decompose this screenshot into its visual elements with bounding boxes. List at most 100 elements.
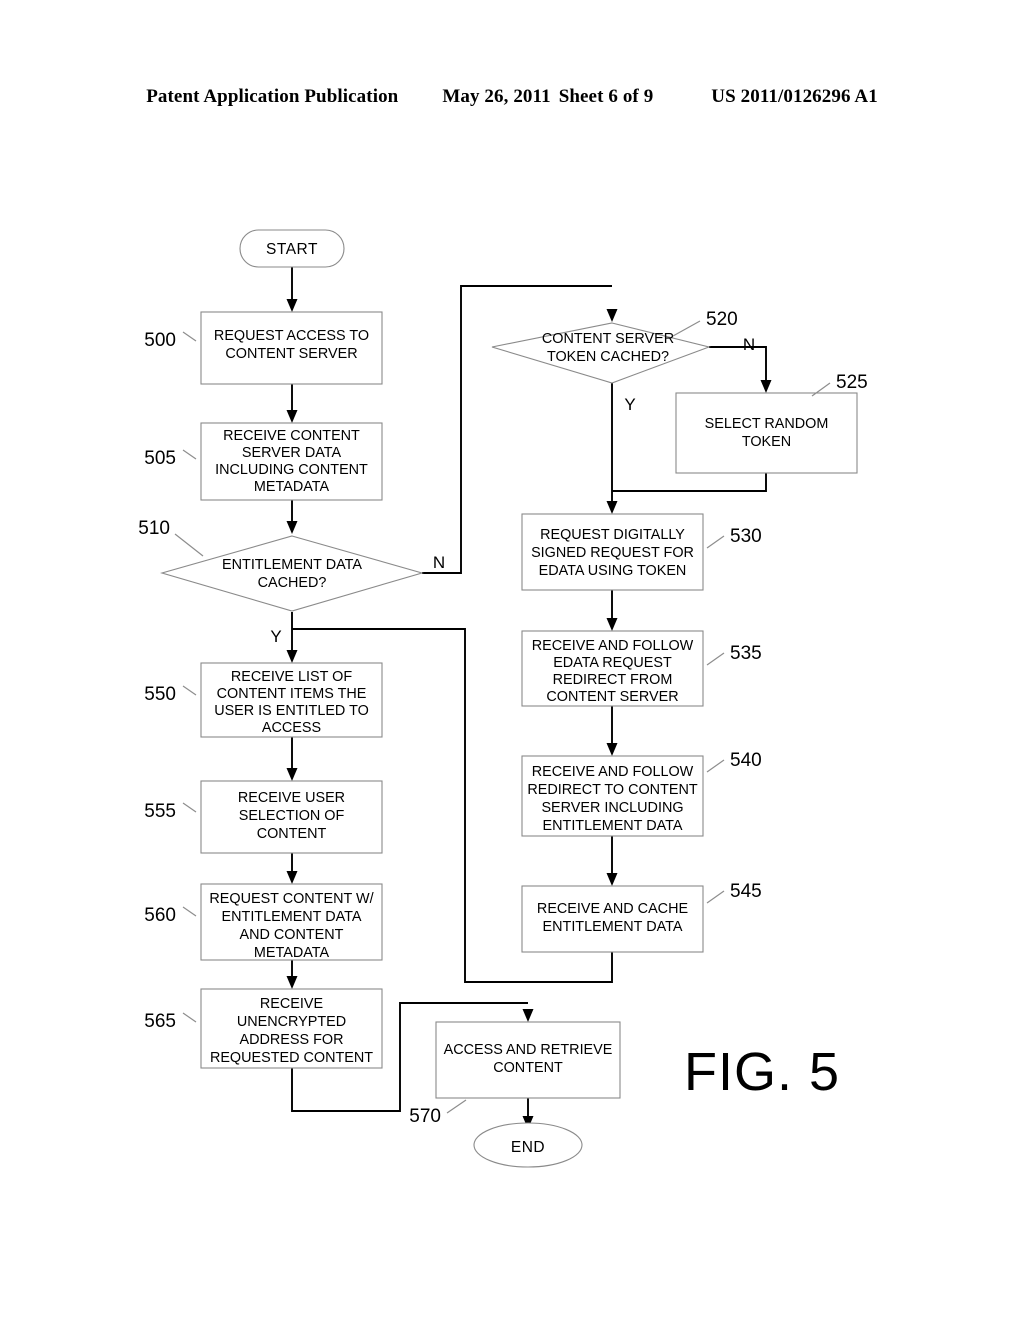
node-520-leader [672, 320, 701, 337]
node-510-ref: 510 [138, 518, 170, 539]
node-530-ref: 530 [730, 526, 762, 547]
node-505-leader [182, 449, 197, 460]
node-545-leader [706, 890, 725, 904]
arrowhead-510-yes-to-550 [286, 650, 298, 663]
node-555-leader [182, 802, 197, 813]
arrowhead-560-to-565 [286, 976, 298, 989]
connector-520-no-to-525 [709, 346, 767, 384]
node-550: RECEIVE LIST OF CONTENT ITEMS THE USER I… [144, 662, 383, 738]
node-500: REQUEST ACCESS TO CONTENT SERVER 500 [144, 311, 383, 385]
arrowhead-into-520 [606, 309, 618, 322]
node-520-line-1: TOKEN CACHED? [547, 349, 669, 365]
node-545: RECEIVE AND CACHE ENTITLEMENT DATA 545 [521, 881, 762, 953]
node-505: RECEIVE CONTENT SERVER DATA INCLUDING CO… [144, 422, 383, 501]
node-505-line-3: METADATA [254, 479, 330, 495]
node-545-line-1: ENTITLEMENT DATA [543, 919, 683, 935]
node-530-line-0: REQUEST DIGITALLY [540, 527, 685, 543]
node-570-leader [446, 1099, 467, 1114]
node-530-line-2: EDATA USING TOKEN [539, 563, 687, 579]
node-540-line-3: ENTITLEMENT DATA [543, 818, 683, 834]
node-565-line-0: RECEIVE [260, 996, 323, 1012]
node-560-line-0: REQUEST CONTENT W/ [209, 891, 373, 907]
node-540-line-1: REDIRECT TO CONTENT [527, 782, 698, 798]
node-535-line-3: CONTENT SERVER [546, 689, 678, 705]
node-555: RECEIVE USER SELECTION OF CONTENT 555 [144, 780, 383, 854]
flowchart-figure: START REQUEST ACCESS TO CONTENT SERVER 5… [138, 229, 868, 1168]
node-530-line-1: SIGNED REQUEST FOR [531, 545, 694, 561]
node-510-no-label: N [433, 553, 445, 572]
node-510-line-0: ENTITLEMENT DATA [222, 557, 362, 573]
node-505-line-2: INCLUDING CONTENT [215, 462, 368, 478]
node-545-ref: 545 [730, 881, 762, 902]
start-label: START [266, 241, 318, 258]
node-565-leader [182, 1012, 197, 1023]
node-525-ref: 525 [836, 372, 868, 393]
node-540-line-2: SERVER INCLUDING [541, 800, 683, 816]
node-540-leader [706, 759, 725, 773]
node-555-line-2: CONTENT [257, 826, 327, 842]
node-560: REQUEST CONTENT W/ ENTITLEMENT DATA AND … [144, 883, 383, 961]
node-500-line-0: REQUEST ACCESS TO [214, 328, 369, 344]
node-555-line-1: SELECTION OF [239, 808, 345, 824]
arrowhead-into-570 [522, 1009, 534, 1022]
arrowhead-530-to-535 [606, 618, 618, 631]
node-560-line-2: AND CONTENT [240, 927, 344, 943]
node-500-line-1: CONTENT SERVER [225, 346, 357, 362]
node-550-line-3: ACCESS [262, 720, 321, 736]
node-510-diamond [160, 535, 424, 612]
node-535-line-2: REDIRECT FROM [553, 672, 673, 688]
node-510-leader [174, 533, 204, 557]
node-565-line-1: UNENCRYPTED [237, 1014, 346, 1030]
node-570-line-1: CONTENT [493, 1060, 563, 1076]
node-510-line-1: CACHED? [258, 575, 327, 591]
arrowhead-540-to-545 [606, 873, 618, 886]
node-540-ref: 540 [730, 750, 762, 771]
node-560-line-3: METADATA [254, 945, 330, 961]
node-525: SELECT RANDOM TOKEN 525 [675, 372, 868, 474]
figure-label: FIG. 5 [684, 1042, 840, 1102]
arrowhead-555-to-560 [286, 871, 298, 884]
node-500-ref: 500 [144, 330, 176, 351]
node-505-line-0: RECEIVE CONTENT [223, 428, 360, 444]
arrowhead-535-to-540 [606, 743, 618, 756]
node-565-line-2: ADDRESS FOR [240, 1032, 344, 1048]
node-520-yes-label: Y [624, 395, 635, 414]
node-550-line-0: RECEIVE LIST OF [231, 669, 352, 685]
node-550-leader [182, 685, 197, 696]
node-560-ref: 560 [144, 905, 176, 926]
node-525-line-0: SELECT RANDOM [705, 416, 829, 432]
arrowhead-into-525 [760, 380, 772, 393]
node-565: RECEIVE UNENCRYPTED ADDRESS FOR REQUESTE… [144, 988, 383, 1069]
node-535-ref: 535 [730, 643, 762, 664]
node-570: ACCESS AND RETRIEVE CONTENT 570 [409, 1021, 621, 1127]
node-565-ref: 565 [144, 1011, 176, 1032]
node-540-line-0: RECEIVE AND FOLLOW [532, 764, 694, 780]
node-535-leader [706, 652, 725, 666]
node-520-no-label: N [743, 335, 755, 354]
node-555-line-0: RECEIVE USER [238, 790, 345, 806]
node-560-line-1: ENTITLEMENT DATA [222, 909, 362, 925]
connector-525-to-530-merge [612, 473, 767, 492]
node-530-leader [706, 535, 725, 549]
node-500-leader [182, 331, 197, 342]
terminal-end: END [473, 1122, 583, 1168]
node-570-ref: 570 [409, 1106, 441, 1127]
node-545-line-0: RECEIVE AND CACHE [537, 901, 688, 917]
node-535-line-1: EDATA REQUEST [553, 655, 672, 671]
node-570-line-0: ACCESS AND RETRIEVE [444, 1042, 613, 1058]
node-550-line-2: USER IS ENTITLED TO [214, 703, 369, 719]
arrowhead-505-to-510 [286, 521, 298, 534]
node-565-line-3: REQUESTED CONTENT [210, 1050, 373, 1066]
patent-figure-page: Patent Application Publication May 26, 2… [0, 0, 1024, 1320]
node-505-ref: 505 [144, 448, 176, 469]
node-550-line-1: CONTENT ITEMS THE [217, 686, 367, 702]
node-520-ref: 520 [706, 309, 738, 330]
end-label: END [511, 1139, 545, 1156]
node-540: RECEIVE AND FOLLOW REDIRECT TO CONTENT S… [521, 750, 762, 837]
node-525-line-1: TOKEN [742, 434, 791, 450]
node-535: RECEIVE AND FOLLOW EDATA REQUEST REDIREC… [521, 630, 762, 707]
arrowhead-500-to-505 [286, 410, 298, 423]
arrowhead-550-to-555 [286, 768, 298, 781]
node-535-line-0: RECEIVE AND FOLLOW [532, 638, 694, 654]
arrowhead-into-530 [606, 501, 618, 514]
